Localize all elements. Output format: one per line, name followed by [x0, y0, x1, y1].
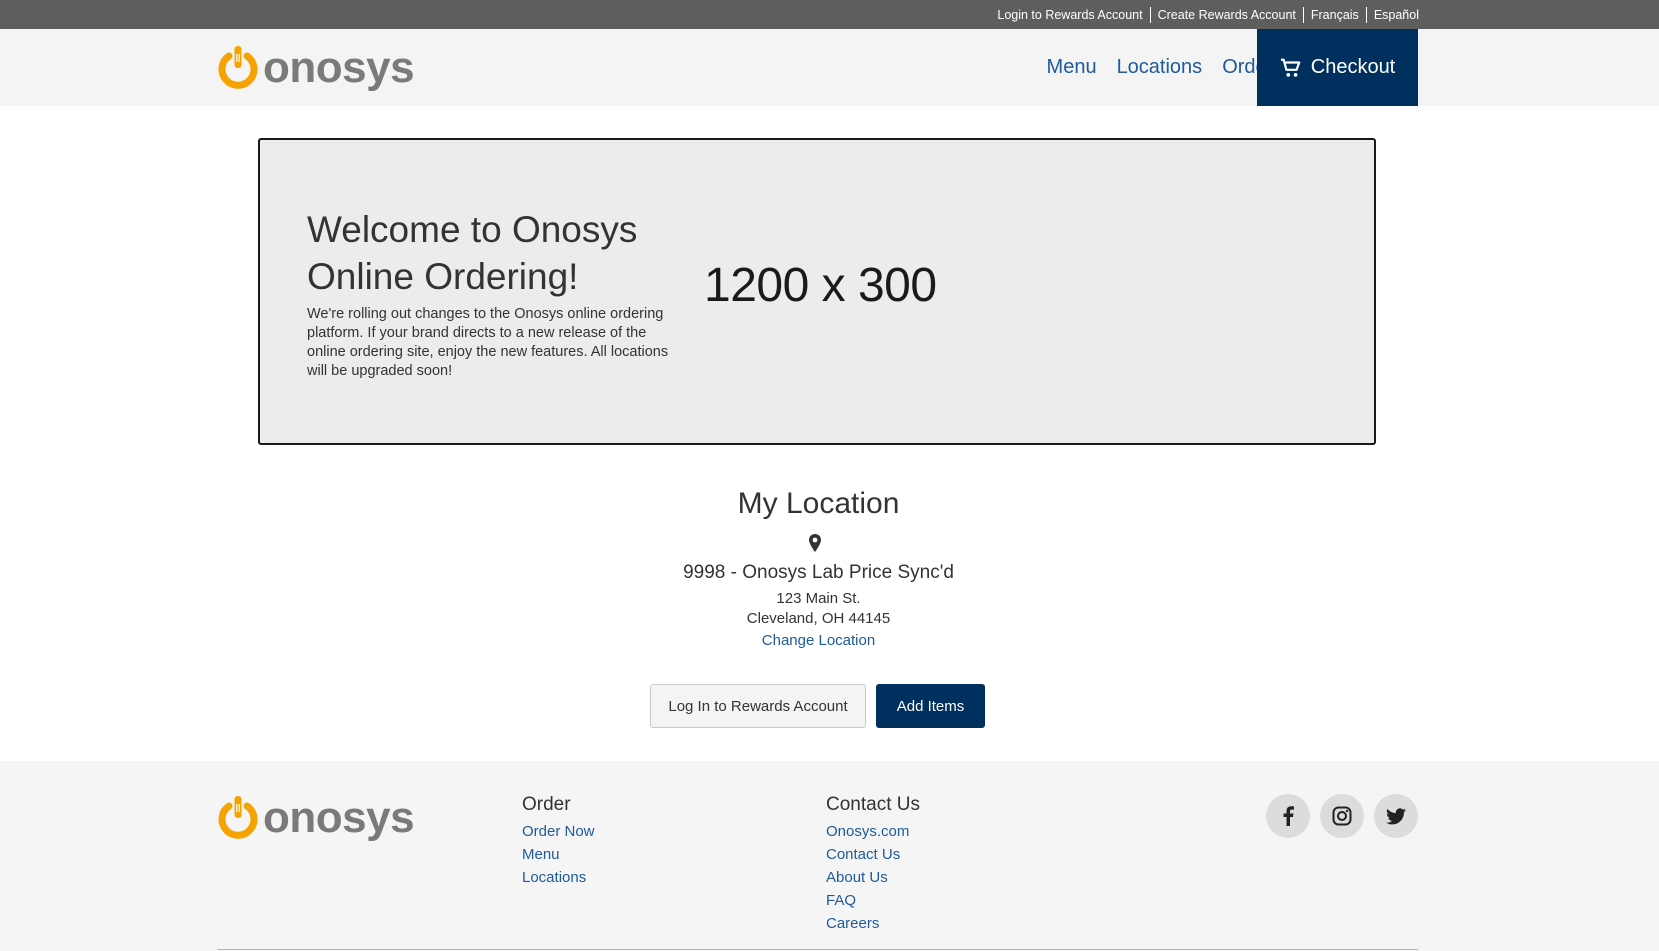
location-heading: My Location: [737, 487, 900, 520]
location-address-line2: Cleveland, OH 44145: [746, 610, 891, 627]
language-french-link[interactable]: Français: [1304, 8, 1366, 22]
map-pin-icon: [809, 534, 821, 552]
site-header: onosys Menu Locations Order Details Chec…: [0, 29, 1659, 106]
instagram-icon: [1332, 806, 1352, 826]
facebook-icon: [1283, 806, 1294, 826]
top-utility-bar: Login to Rewards Account Create Rewards …: [0, 0, 1659, 29]
power-fork-icon: [218, 796, 258, 839]
add-items-button[interactable]: Add Items: [876, 684, 985, 728]
footer-link-faq[interactable]: FAQ: [826, 889, 920, 912]
login-rewards-link[interactable]: Login to Rewards Account: [990, 8, 1149, 22]
footer-link-menu[interactable]: Menu: [522, 843, 595, 866]
footer-brand-wordmark: onosys: [263, 793, 415, 842]
checkout-label: Checkout: [1310, 56, 1396, 78]
footer-brand-logo[interactable]: onosys: [217, 792, 415, 844]
location-name: 9998 - Onosys Lab Price Sync'd: [683, 562, 954, 583]
nav-menu[interactable]: Menu: [1047, 56, 1097, 79]
facebook-button[interactable]: [1266, 794, 1310, 838]
instagram-button[interactable]: [1320, 794, 1364, 838]
footer-divider: [217, 949, 1418, 950]
nav-locations[interactable]: Locations: [1117, 56, 1203, 79]
social-links: [1256, 794, 1418, 838]
hero-banner: Welcome to Onosys Online Ordering! We're…: [258, 138, 1376, 445]
footer-link-careers[interactable]: Careers: [826, 912, 920, 935]
footer-link-about-us[interactable]: About Us: [826, 866, 920, 889]
footer-order-column: Order Order Now Menu Locations: [522, 794, 595, 889]
change-location-link[interactable]: Change Location: [0, 632, 1637, 649]
account-links: Login to Rewards Account Create Rewards …: [990, 0, 1419, 29]
footer-link-onosys-com[interactable]: Onosys.com: [826, 820, 920, 843]
location-address-line1: 123 Main St.: [776, 590, 861, 607]
hero-title: Welcome to Onosys Online Ordering!: [307, 209, 638, 297]
footer-link-contact-us[interactable]: Contact Us: [826, 843, 920, 866]
twitter-icon: [1386, 807, 1406, 824]
create-rewards-link[interactable]: Create Rewards Account: [1151, 8, 1303, 22]
site-footer: onosys Order Order Now Menu Locations Co…: [0, 761, 1659, 951]
footer-link-order-now[interactable]: Order Now: [522, 820, 595, 843]
power-fork-icon: [218, 46, 258, 89]
footer-link-locations[interactable]: Locations: [522, 866, 595, 889]
language-spanish-link[interactable]: Español: [1367, 8, 1419, 22]
brand-wordmark: onosys: [263, 43, 415, 92]
footer-order-title: Order: [522, 794, 571, 815]
banner-image-placeholder: 1200 x 300: [704, 259, 937, 312]
hero-text: We're rolling out changes to the Onosys …: [307, 306, 669, 379]
brand-logo[interactable]: onosys: [217, 42, 415, 94]
footer-contact-column: Contact Us Onosys.com Contact Us About U…: [826, 794, 920, 935]
cart-icon: [1280, 58, 1301, 77]
footer-contact-title: Contact Us: [826, 794, 920, 815]
checkout-button[interactable]: Checkout: [1257, 29, 1418, 106]
login-rewards-button[interactable]: Log In to Rewards Account: [650, 684, 866, 728]
twitter-button[interactable]: [1374, 794, 1418, 838]
